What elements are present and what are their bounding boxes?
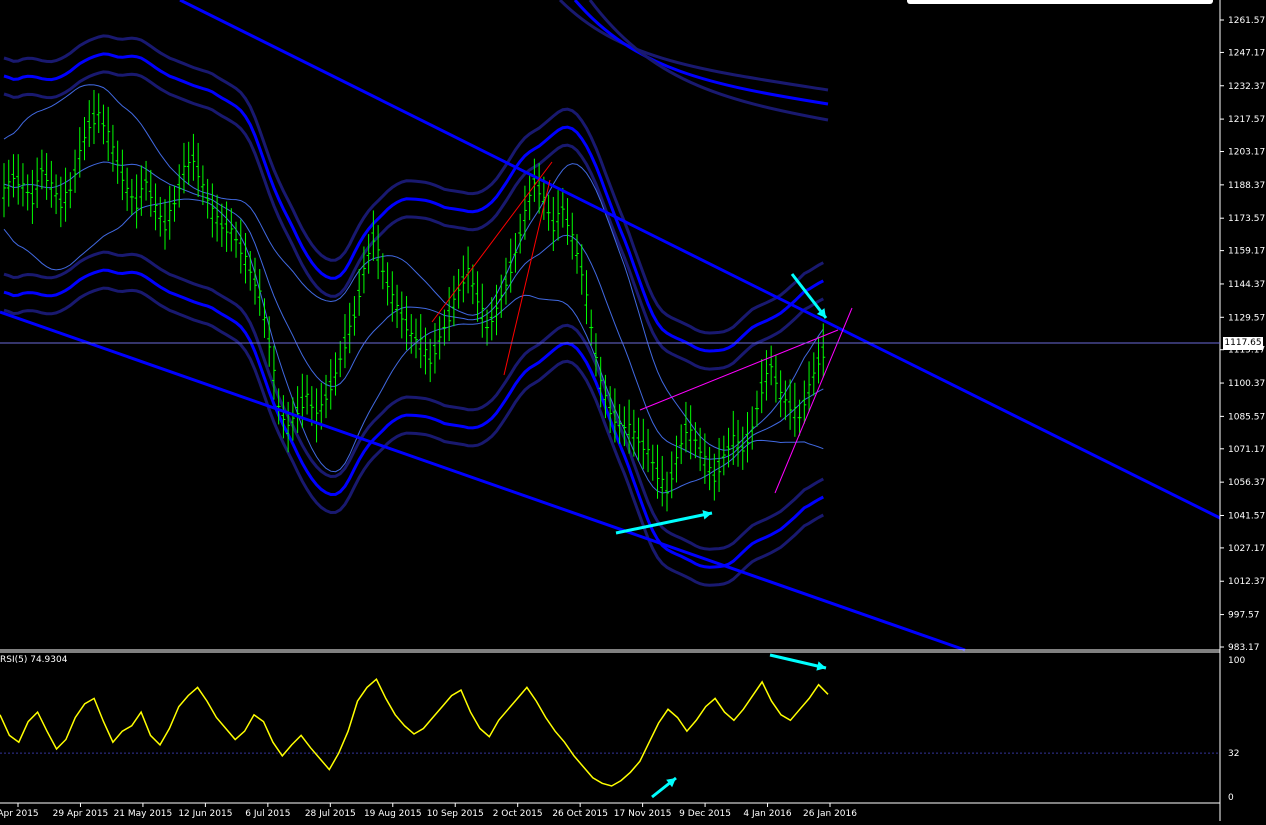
time-tick-label: 29 Apr 2015 <box>53 809 109 819</box>
price-tick-label: 1129.57 <box>1228 313 1265 323</box>
price-tick-label: 1056.37 <box>1228 478 1265 488</box>
time-tick-label: 12 Jun 2015 <box>178 809 232 819</box>
time-tick-label: 10 Sep 2015 <box>427 809 484 819</box>
axes: 1261.57 1247.17 1232.37 1217.57 1203.17 1188.… <box>0 0 1265 821</box>
trend-lines <box>0 0 1221 652</box>
price-tick-label: 983.17 <box>1228 643 1260 653</box>
arrow-rsi-top-head <box>816 661 826 671</box>
toolbar-corner <box>907 0 1213 4</box>
price-tick-label: 997.57 <box>1228 611 1260 621</box>
time-tick-label: 9 Dec 2015 <box>679 809 731 819</box>
magenta-trend-lower <box>774 307 853 494</box>
price-tick-label: 1100.37 <box>1228 379 1265 389</box>
price-tick-label: 1012.37 <box>1228 577 1265 587</box>
upper-envelope-3 <box>588 0 829 122</box>
price-tick-label: 1203.17 <box>1228 148 1265 158</box>
price-tick-label: 1027.17 <box>1228 544 1265 554</box>
time-tick-label: 19 Aug 2015 <box>364 809 422 819</box>
time-tick-label: 21 May 2015 <box>114 809 173 819</box>
time-tick-label: 4 Jan 2016 <box>743 809 791 819</box>
time-tick-label: 26 Oct 2015 <box>552 809 608 819</box>
price-chart-svg[interactable]: 1261.57 1247.17 1232.37 1217.57 1203.17 1188.… <box>0 0 1266 821</box>
price-tick-label: 1041.57 <box>1228 511 1265 521</box>
chart-window[interactable]: 1261.57 1247.17 1232.37 1217.57 1203.17 1188.… <box>0 0 1266 821</box>
ohlc-bars <box>2 89 826 512</box>
price-tick-label: 1247.17 <box>1228 48 1265 58</box>
price-tick-label: 1217.57 <box>1228 115 1265 125</box>
price-tick-label: 1144.37 <box>1228 280 1265 290</box>
last-price-tag: 1117.65 <box>1223 337 1263 350</box>
price-tick-label: 1232.37 <box>1228 82 1265 92</box>
price-tick-label: 1173.57 <box>1228 214 1265 224</box>
price-tick-label: 1071.17 <box>1228 445 1265 455</box>
envelope-band <box>3 268 824 569</box>
envelope-bands <box>3 0 829 587</box>
rsi-panel <box>0 653 1220 799</box>
time-tick-label: 26 Jan 2016 <box>803 809 857 819</box>
time-tick-label: 28 Jul 2015 <box>305 809 356 819</box>
time-tick-label: 17 Nov 2015 <box>614 809 672 819</box>
price-tick-label: 1159.17 <box>1228 247 1265 257</box>
price-tick-label: 1261.57 <box>1228 16 1265 26</box>
envelope-band <box>3 250 825 551</box>
rsi-line <box>0 677 829 787</box>
rsi-indicator-label: RSI(5) 74.9304 <box>0 655 68 665</box>
rsi-tick-label: 100 <box>1228 656 1245 666</box>
price-tick-label: 1188.37 <box>1228 181 1265 191</box>
time-tick-label: 6 Jul 2015 <box>245 809 290 819</box>
price-tick-label: 1085.57 <box>1228 412 1265 422</box>
bollinger-upper <box>3 84 824 451</box>
time-tick-label: 2 Oct 2015 <box>493 809 543 819</box>
time-tick-label: Apr 2015 <box>0 809 39 819</box>
rsi-tick-label: 32 <box>1228 749 1239 759</box>
rsi-tick-label: 0 <box>1228 793 1234 803</box>
